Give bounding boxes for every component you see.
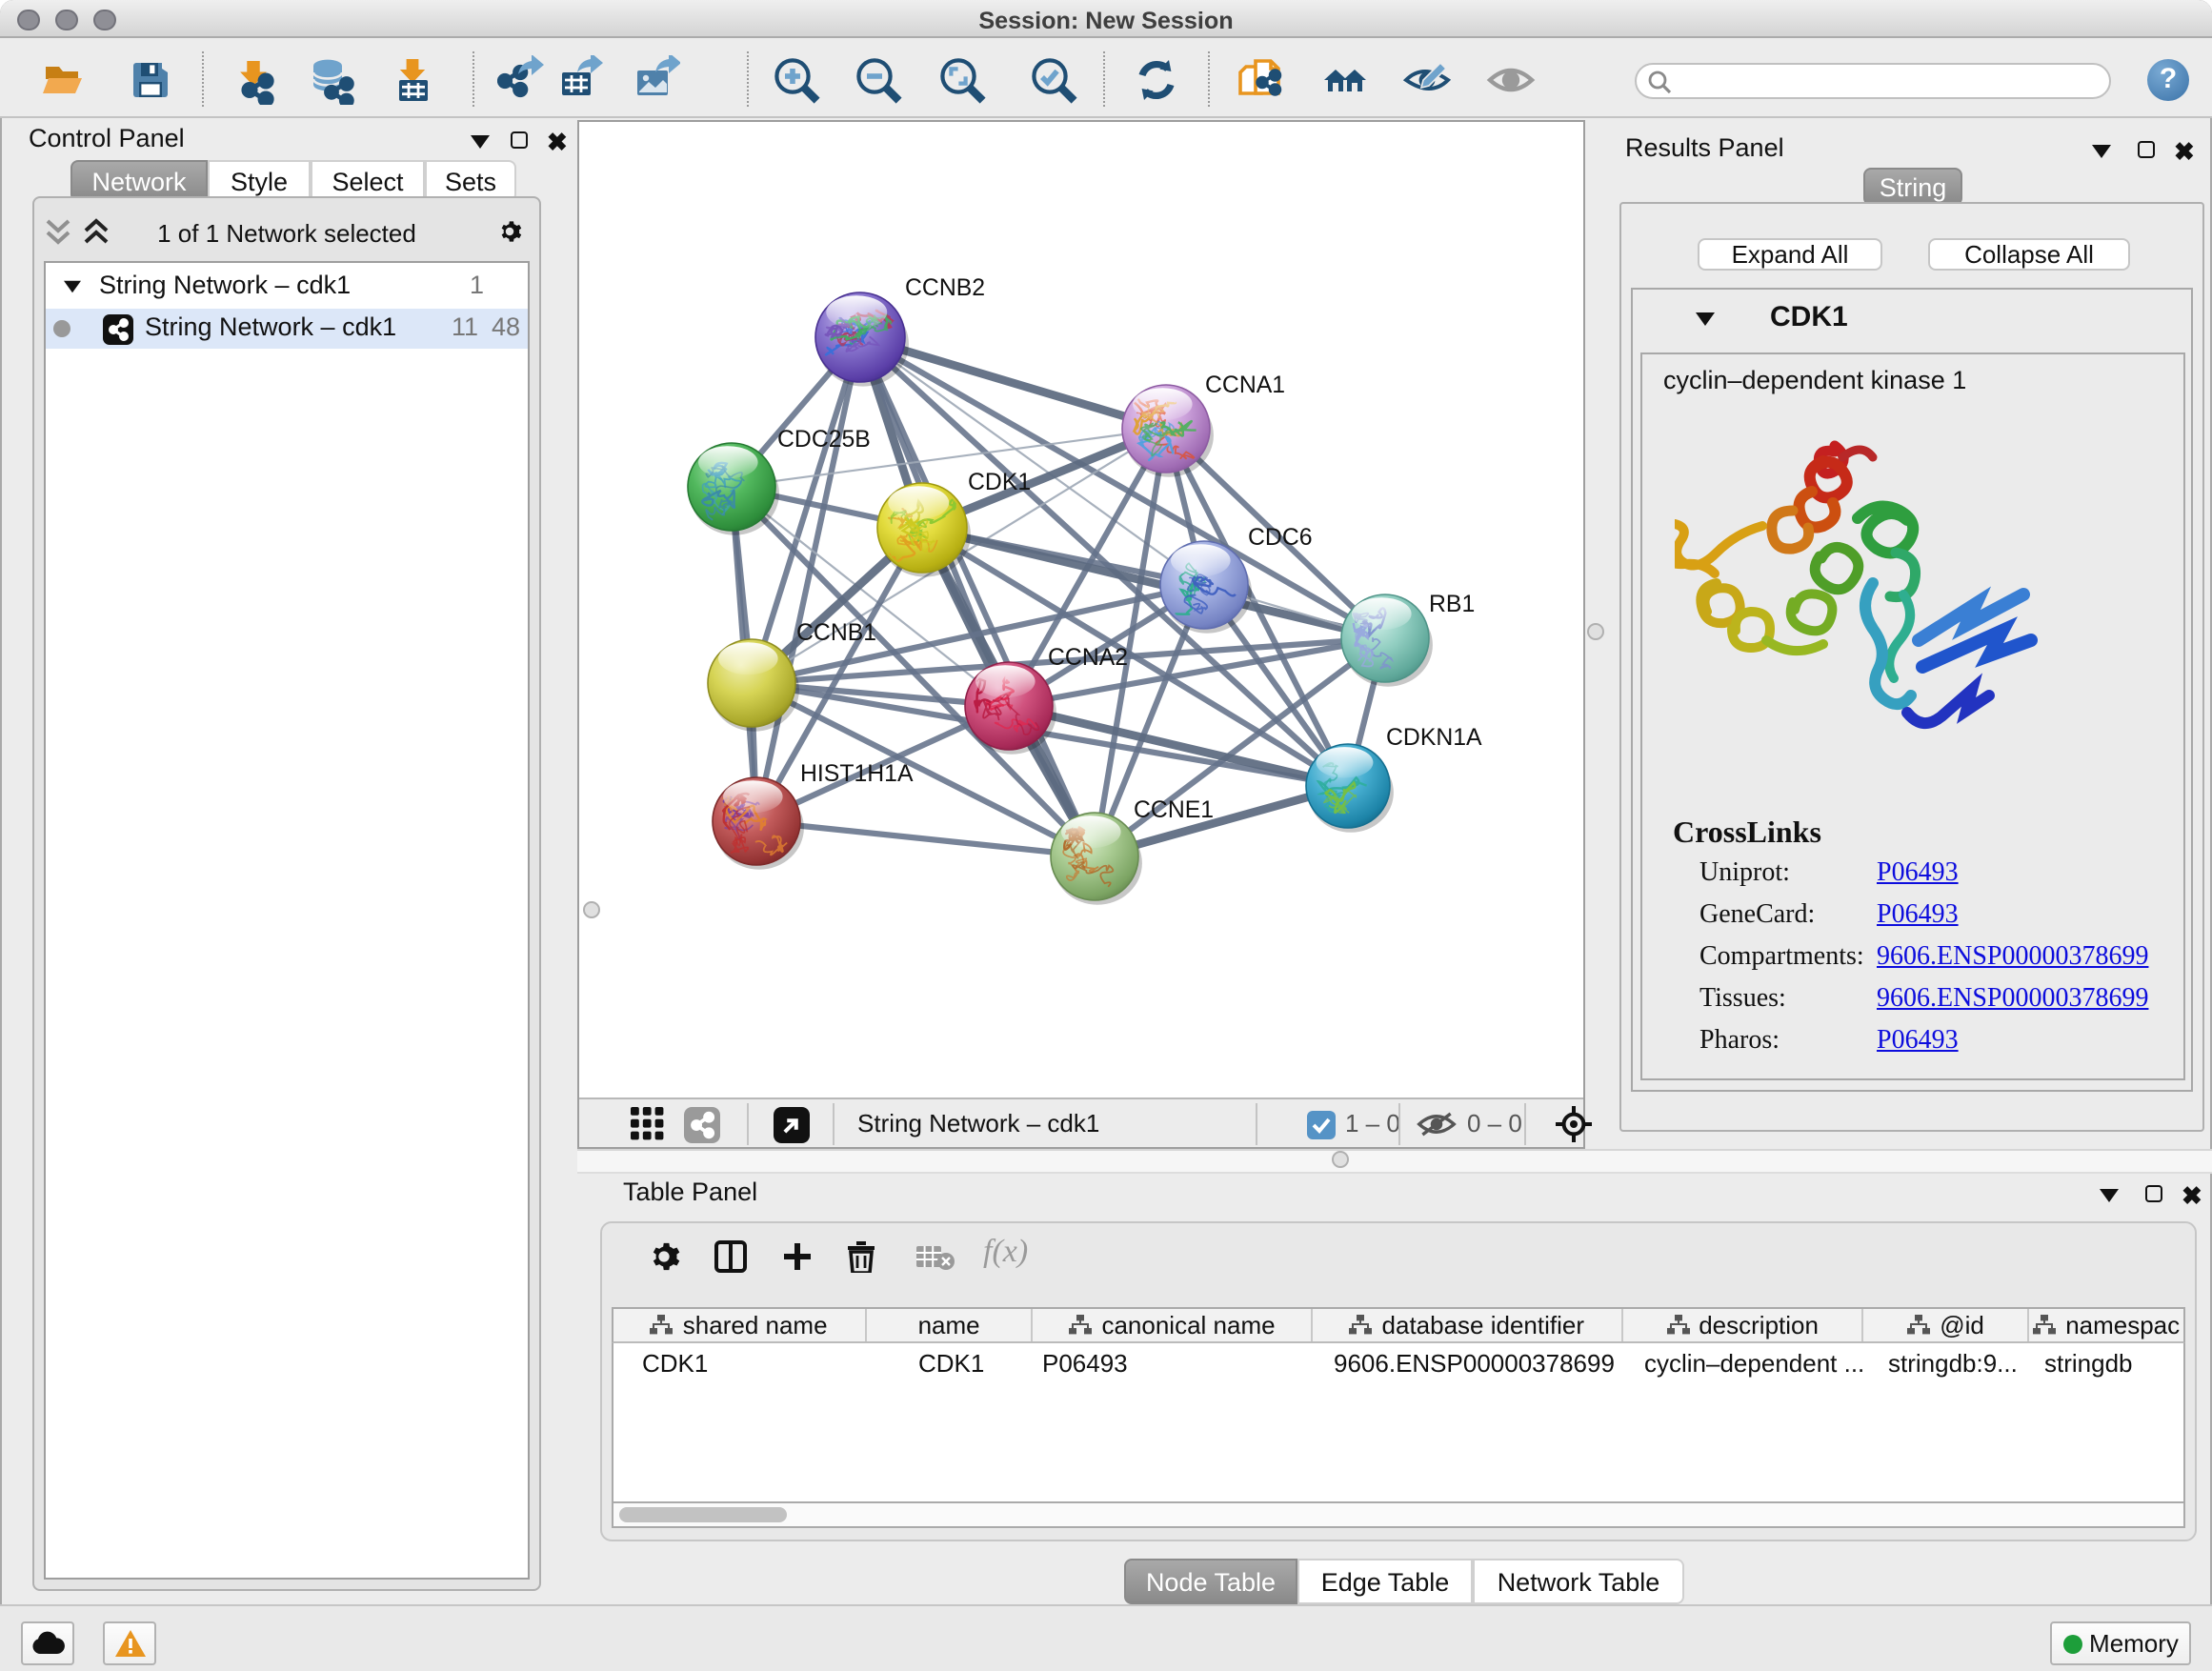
svg-text:CCNA2: CCNA2	[1048, 645, 1128, 671]
svg-text:CCNB2: CCNB2	[905, 275, 985, 301]
svg-text:CCNE1: CCNE1	[1134, 797, 1214, 823]
svg-text:CCNA1: CCNA1	[1205, 372, 1285, 398]
svg-text:CDK1: CDK1	[968, 470, 1031, 495]
svg-text:HIST1H1A: HIST1H1A	[800, 761, 914, 787]
svg-text:CCNB1: CCNB1	[796, 620, 876, 646]
svg-text:CDKN1A: CDKN1A	[1386, 725, 1482, 751]
svg-text:CDC6: CDC6	[1248, 525, 1313, 551]
svg-text:CDC25B: CDC25B	[777, 427, 871, 453]
svg-text:RB1: RB1	[1429, 592, 1475, 617]
